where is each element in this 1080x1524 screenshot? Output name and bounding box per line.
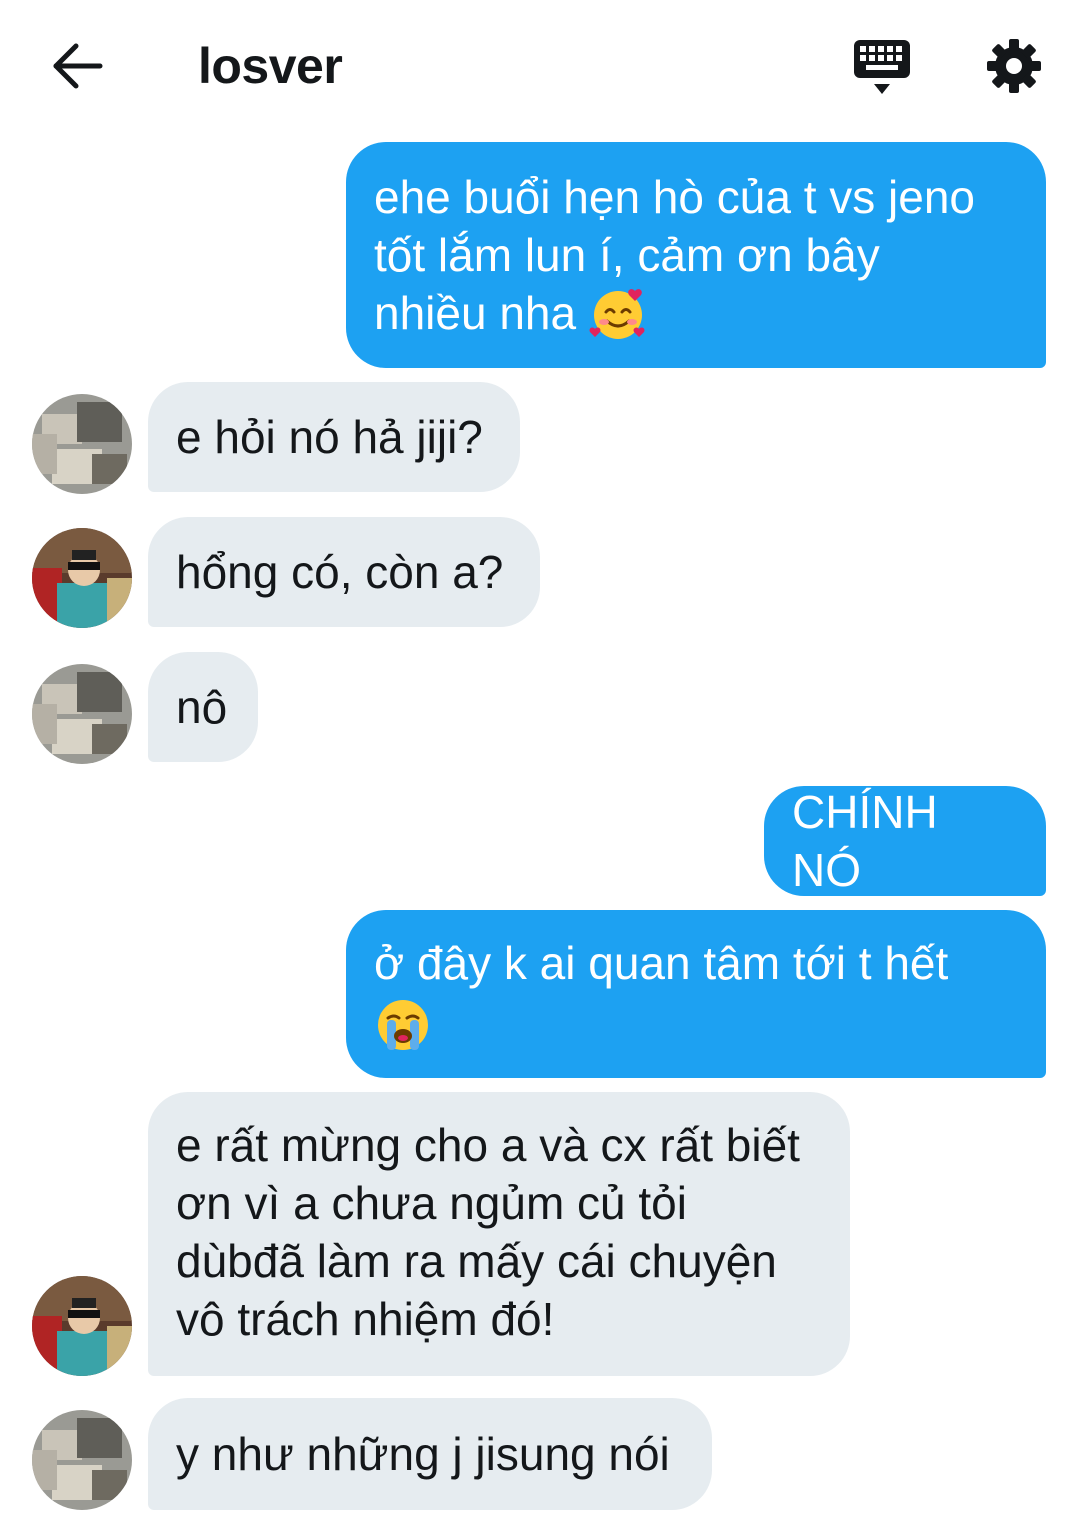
message-text: nô — [176, 681, 228, 733]
keyboard-icon — [854, 40, 910, 94]
message-text: hổng có, còn a? — [176, 546, 504, 598]
avatar[interactable] — [32, 1276, 132, 1376]
message-bubble-received[interactable]: e hỏi nó hả jiji? — [148, 382, 520, 492]
message-text: ehe buổi hẹn hò của t vs jeno tốt lắm lu… — [374, 168, 975, 343]
avatar[interactable] — [32, 528, 132, 628]
message-bubble-sent[interactable]: ở đây k ai quan tâm tới t hết — [346, 910, 1046, 1078]
message-text: CHÍNH NÓ — [792, 786, 938, 896]
message-text: e rất mừng cho a và cx rất biết ơn vì a … — [176, 1119, 800, 1345]
message-text: ở đây k ai quan tâm tới t hết — [374, 934, 948, 1054]
gear-icon — [987, 39, 1041, 93]
conversation-header: losver — [0, 0, 1080, 130]
smiling-face-with-hearts-icon — [589, 288, 645, 339]
avatar[interactable] — [32, 394, 132, 494]
loudly-crying-face-icon — [378, 999, 428, 1050]
message-bubble-received[interactable]: e rất mừng cho a và cx rất biết ơn vì a … — [148, 1092, 850, 1376]
avatar[interactable] — [32, 1410, 132, 1510]
message-text: e hỏi nó hả jiji? — [176, 411, 483, 463]
back-button[interactable] — [48, 38, 108, 94]
message-bubble-sent[interactable]: ehe buổi hẹn hò của t vs jeno tốt lắm lu… — [346, 142, 1046, 368]
message-text: y như những j jisung nói — [176, 1428, 670, 1480]
message-bubble-received[interactable]: y như những j jisung nói — [148, 1398, 712, 1510]
avatar[interactable] — [32, 664, 132, 764]
keyboard-button[interactable] — [850, 36, 914, 98]
message-bubble-received[interactable]: nô — [148, 652, 258, 762]
settings-button[interactable] — [984, 36, 1044, 96]
message-bubble-sent[interactable]: CHÍNH NÓ — [764, 786, 1046, 896]
conversation-title[interactable]: losver — [198, 36, 343, 96]
message-bubble-received[interactable]: hổng có, còn a? — [148, 517, 540, 627]
arrow-left-icon — [53, 43, 103, 89]
